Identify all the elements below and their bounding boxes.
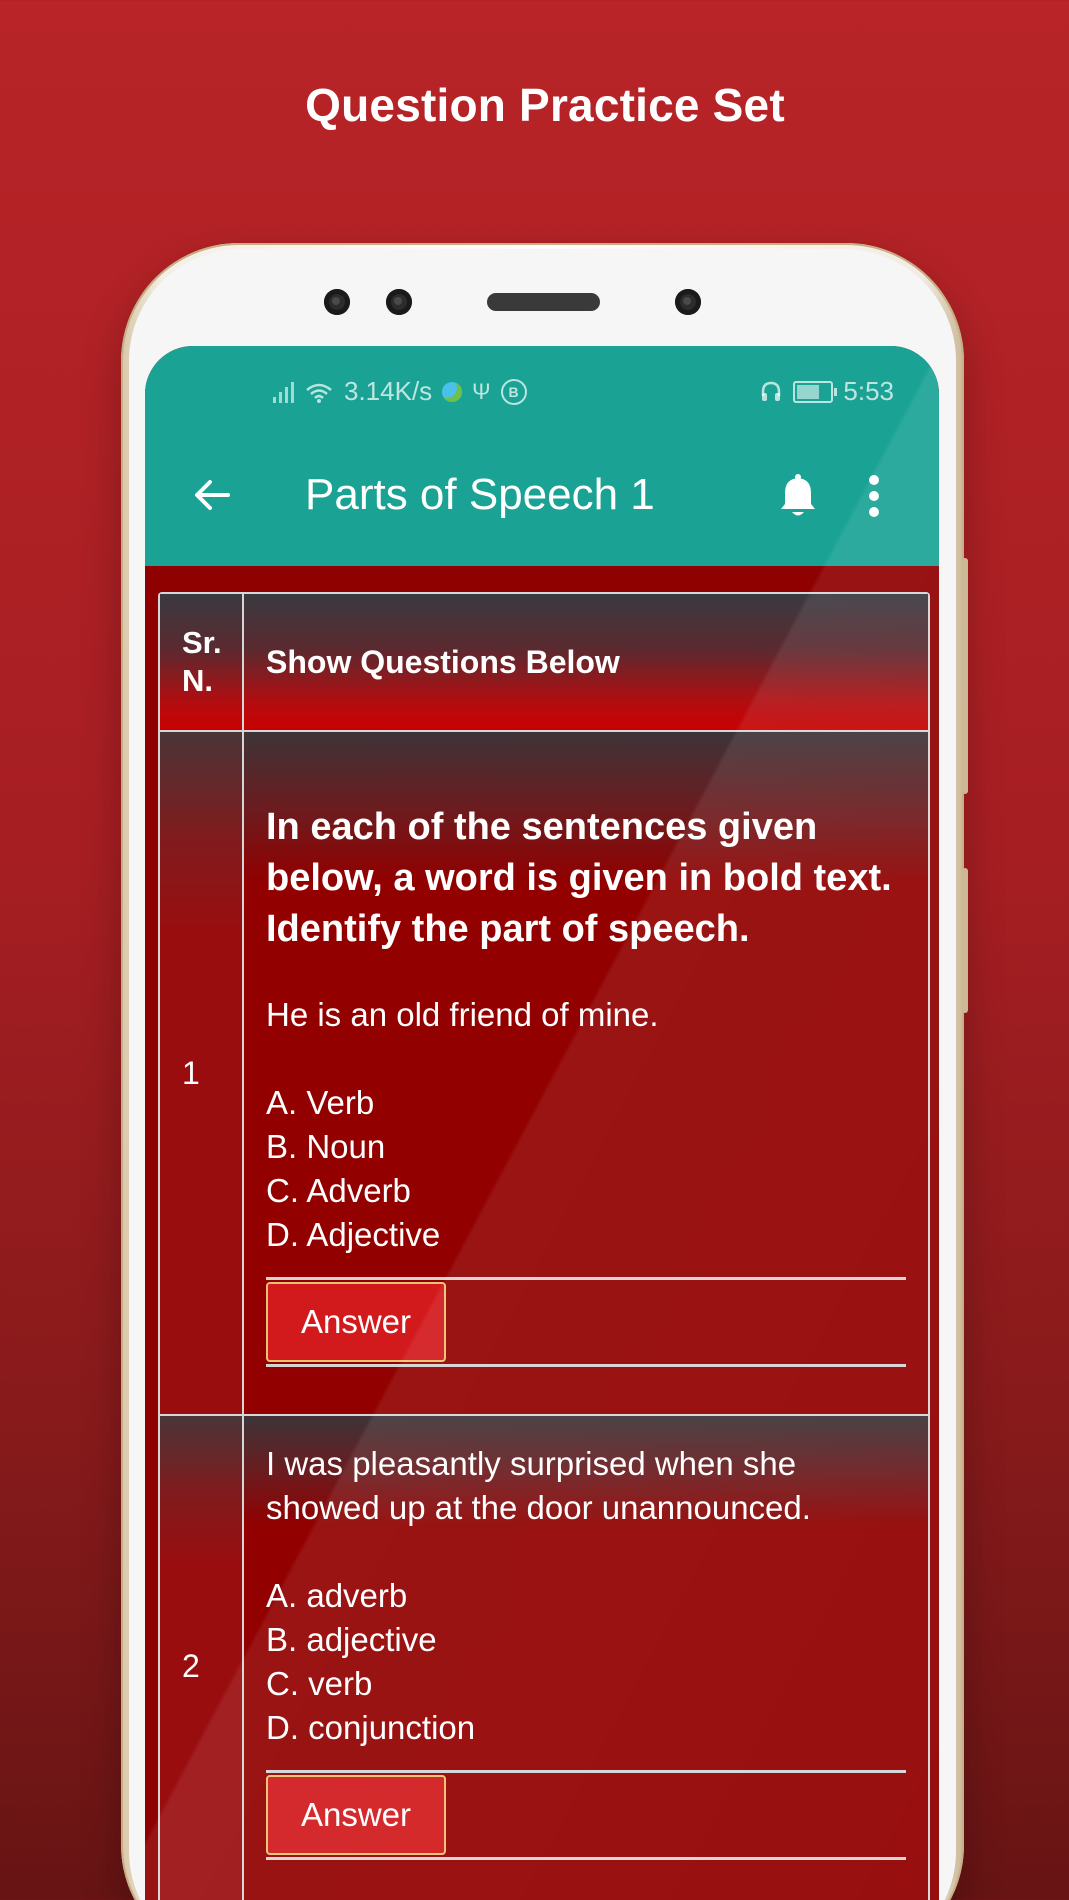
- header-question-column: Show Questions Below: [266, 643, 620, 680]
- light-sensor: [386, 289, 412, 315]
- answer-bar: Answer: [266, 1770, 906, 1860]
- question-cell: I was pleasantly surprised when she show…: [244, 1416, 928, 1900]
- question-instruction: In each of the sentences given below, a …: [266, 806, 892, 950]
- option-a: A. Verb: [266, 1084, 375, 1121]
- usb-icon: Ψ: [472, 378, 491, 404]
- b-badge-icon: B: [500, 378, 527, 405]
- table-header-row: Sr. N. Show Questions Below: [160, 594, 928, 732]
- question-cell: In each of the sentences given below, a …: [244, 732, 928, 1414]
- back-button[interactable]: [185, 468, 239, 522]
- page-title: Parts of Speech 1: [305, 470, 655, 519]
- option-b: B. adjective: [266, 1621, 437, 1658]
- proximity-sensor: [324, 289, 350, 315]
- notifications-button[interactable]: [773, 470, 823, 522]
- status-bar-right: 5:53: [759, 376, 894, 407]
- arrow-left-icon: [195, 480, 230, 510]
- more-options-button[interactable]: [856, 470, 892, 522]
- front-camera: [675, 289, 701, 315]
- header-serial-line2: N.: [182, 663, 213, 698]
- bell-icon: [781, 474, 815, 516]
- header-serial-number: Sr. N.: [160, 594, 244, 730]
- app-bar: 3.14K/s Ψ B 5:53 Parts of Speech 1: [145, 346, 939, 566]
- headphones-icon: [762, 381, 781, 401]
- battery-icon: [793, 380, 838, 403]
- phone-screen: 3.14K/s Ψ B 5:53 Parts of Speech 1 Sr. N…: [145, 346, 939, 1900]
- phone-power-button: [962, 868, 968, 1013]
- status-time: 5:53: [843, 376, 894, 406]
- answer-button[interactable]: Answer: [266, 1775, 446, 1855]
- row-number: 1: [160, 732, 244, 1414]
- question-sentence: I was pleasantly surprised when she show…: [266, 1445, 811, 1526]
- option-b: B. Noun: [266, 1128, 386, 1165]
- question-options: A. Verb B. Noun C. Adverb D. Adjective: [266, 1081, 906, 1257]
- status-bar: 3.14K/s Ψ B 5:53: [145, 376, 939, 412]
- option-c: C. Adverb: [266, 1172, 411, 1209]
- question-sentence: He is an old friend of mine.: [266, 996, 659, 1033]
- earpiece-speaker: [487, 293, 600, 311]
- answer-bar: Answer: [266, 1277, 906, 1367]
- option-d: D. Adjective: [266, 1216, 441, 1253]
- question-options: A. adverb B. adjective C. verb D. conjun…: [266, 1574, 906, 1750]
- network-speed: 3.14K/s: [344, 376, 433, 406]
- table-row: 1 In each of the sentences given below, …: [160, 732, 928, 1416]
- table-row: 2 I was pleasantly surprised when she sh…: [160, 1416, 928, 1900]
- option-d: D. conjunction: [266, 1709, 476, 1746]
- questions-table: Sr. N. Show Questions Below 1 In each of…: [158, 592, 930, 1900]
- row-number: 2: [160, 1416, 244, 1900]
- signal-bars-icon: [273, 381, 294, 403]
- status-bar-left: 3.14K/s Ψ B: [273, 376, 527, 407]
- phone-volume-button: [962, 558, 968, 794]
- option-a: A. adverb: [266, 1577, 408, 1614]
- more-vertical-icon: [869, 475, 879, 517]
- header-serial-line1: Sr.: [182, 625, 222, 660]
- option-c: C. verb: [266, 1665, 373, 1702]
- wifi-icon: [306, 383, 332, 403]
- promo-title: Question Practice Set: [305, 79, 785, 131]
- answer-button[interactable]: Answer: [266, 1282, 446, 1362]
- globe-icon: [442, 381, 463, 402]
